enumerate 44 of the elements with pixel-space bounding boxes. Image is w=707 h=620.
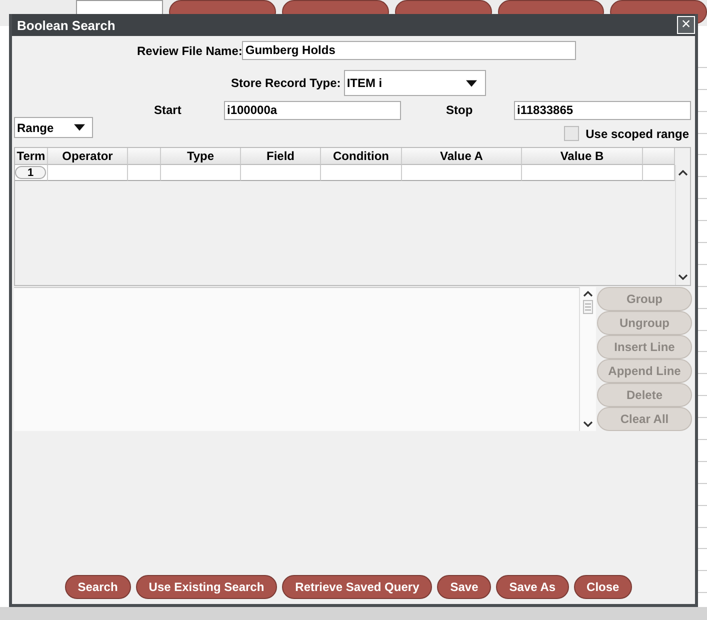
checkbox-label: Use scoped range [586,126,689,140]
action-button[interactable]: Close [574,575,632,599]
scrollbar[interactable] [675,165,690,285]
action-button[interactable]: Retrieve Saved Query [282,575,432,599]
table-cell[interactable] [128,165,161,181]
table-cell[interactable] [402,165,522,181]
action-button[interactable]: Search [64,575,131,599]
column-header: Value B [522,148,643,165]
range-dropdown[interactable]: Range [14,117,93,138]
field-label: Review File Name: [137,44,242,58]
column-header: Type [161,148,241,165]
scroll-up-icon [678,170,688,176]
scroll-thumb-icon[interactable] [583,300,593,314]
field-label: Store Record Type: [231,76,341,90]
input-field[interactable]: Gumberg Holds [242,41,576,60]
column-header: Value A [402,148,522,165]
scrollbar[interactable] [579,287,596,431]
column-header [643,148,675,165]
scroll-down-icon [583,421,593,427]
table-cell[interactable] [161,165,241,181]
scroll-up-icon [583,291,593,297]
field-label: Stop [446,102,474,119]
close-button[interactable]: × [677,16,695,34]
table-cell[interactable] [48,165,128,181]
column-header: Condition [321,148,402,165]
input-field[interactable]: i100000a [224,101,401,120]
action-button[interactable]: Use Existing Search [136,575,278,599]
column-header: Operator [48,148,128,165]
window-title: Boolean Search [16,18,116,32]
table-cell[interactable] [522,165,643,181]
action-button[interactable]: Save [437,575,492,599]
column-header [128,148,161,165]
table-cell[interactable] [321,165,402,181]
column-header: Field [241,148,321,165]
checkbox[interactable] [564,126,579,141]
record-type-dropdown[interactable]: ITEM i [344,70,486,96]
input-field[interactable]: i11833865 [514,101,691,120]
table-cell[interactable] [643,165,675,181]
action-button[interactable]: Save As [496,575,569,599]
term-button[interactable]: 1 [15,166,46,179]
field-label: Start [154,102,182,119]
column-header: Term [15,148,48,165]
table-cell[interactable] [241,165,321,181]
scroll-down-icon [678,274,688,280]
